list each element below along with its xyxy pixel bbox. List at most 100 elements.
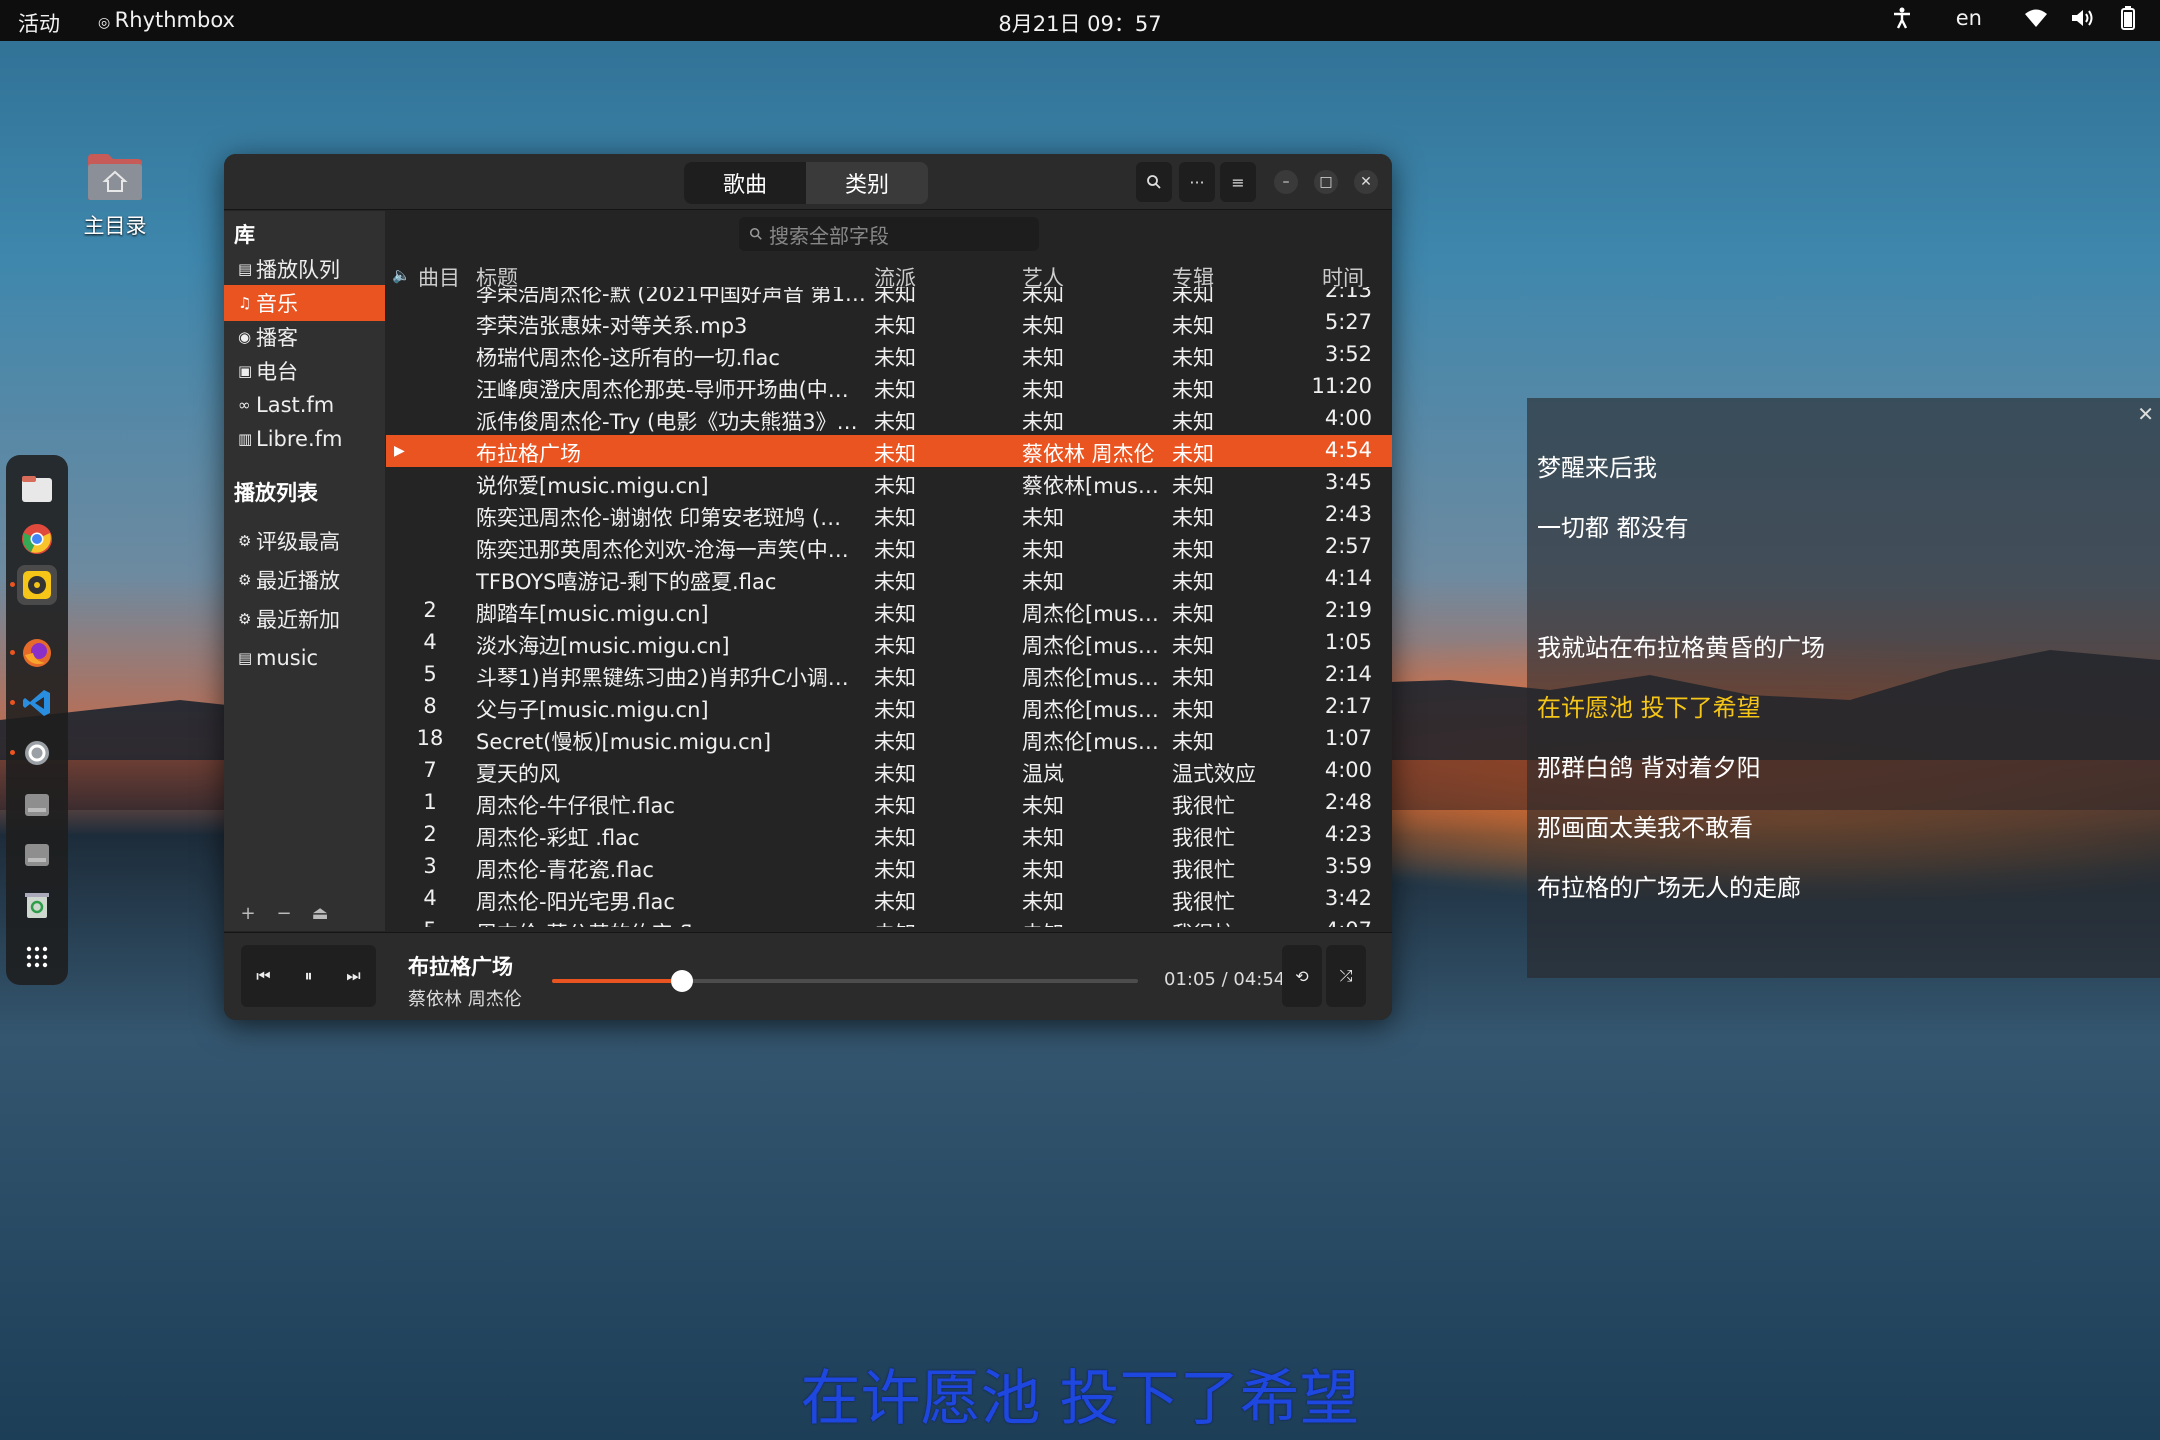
table-row[interactable]: 2 周杰伦-彩虹 .flac 未知 未知 我很忙 4:23 [386,819,1392,851]
minimize-button[interactable]: – [1274,170,1298,194]
table-row[interactable]: 3 周杰伦-青花瓷.flac 未知 未知 我很忙 3:59 [386,851,1392,883]
table-row[interactable]: 2 脚踏车[music.migu.cn] 未知 周杰伦[mus… 未知 2:19 [386,595,1392,627]
cell-artist: 未知 [1022,346,1064,370]
cell-artist: 周杰伦[mus… [1022,634,1159,658]
cell-album: 未知 [1172,410,1214,434]
cell-title: 李荣浩张惠妹-对等关系.mp3 [476,314,748,338]
now-playing-icon: ▶ [394,443,405,459]
wifi-icon[interactable] [2024,6,2048,30]
table-row[interactable]: 陈奕迅周杰伦-谢谢侬 印第安老斑鸠 (… 未知 未知 未知 2:43 [386,499,1392,531]
sidebar-item-1[interactable]: ♫ 音乐 [224,285,385,321]
battery-icon[interactable] [2116,6,2140,30]
drive-icon-1[interactable] [17,785,57,825]
playlist-item-1[interactable]: ⚙ 最近播放 [224,562,385,598]
cell-genre: 未知 [874,410,916,434]
table-row[interactable]: TFBOYS嘻游记-剩下的盛夏.flac 未知 未知 未知 4:14 [386,563,1392,595]
pause-icon: ⏸ [304,966,313,985]
menu-button[interactable]: ≡ [1220,162,1256,202]
tab-categories[interactable]: 类别 [806,162,928,204]
table-row[interactable]: 18 Secret(慢板)[music.migu.cn] 未知 周杰伦[mus… 未知 1… [386,723,1392,755]
lyrics-close-icon[interactable]: ✕ [2137,402,2154,426]
app-grid-icon[interactable] [17,937,57,977]
accessibility-icon[interactable] [1890,6,1914,30]
sidebar-item-3[interactable]: ▣ 电台 [224,353,385,389]
seek-slider[interactable] [552,970,1138,992]
table-row[interactable]: 李荣浩张惠妹-对等关系.mp3 未知 未知 未知 5:27 [386,307,1392,339]
table-row[interactable]: 陈奕迅那英周杰伦刘欢-沧海一声笑(中… 未知 未知 未知 2:57 [386,531,1392,563]
cell-artist: 未知 [1022,506,1064,530]
sidebar-item-label: 播放队列 [256,258,340,282]
playlist-item-0[interactable]: ⚙ 评级最高 [224,523,385,559]
seek-knob[interactable] [670,970,693,992]
table-row[interactable]: 杨瑞代周杰伦-这所有的一切.flac 未知 未知 未知 3:52 [386,339,1392,371]
table-row[interactable]: 汪峰庾澄庆周杰伦那英-导师开场曲(中… 未知 未知 未知 11:20 [386,371,1392,403]
maximize-button[interactable]: □ [1314,170,1338,194]
files-icon[interactable] [17,469,57,509]
previous-icon: ⏮ [256,966,271,985]
table-row[interactable]: ▶ 布拉格广场 未知 蔡依林 周杰伦 未知 4:54 [386,435,1392,467]
keyboard-layout[interactable]: en [1956,6,1982,30]
eject-button[interactable]: ⏏ [306,901,334,925]
volume-icon[interactable] [2070,6,2094,30]
sidebar-item-2[interactable]: ◉ 播客 [224,319,385,355]
music-note-icon: ♫ [238,294,252,312]
more-button[interactable]: ··· [1179,162,1215,202]
desktop-home-folder[interactable]: 主目录 [70,150,160,240]
speaker-column-icon: 🔈 [392,266,411,284]
cell-artist: 蔡依林 周杰伦 [1022,442,1155,466]
cell-time: 2:43 [1324,502,1372,526]
cell-title: 周杰伦-牛仔很忙.flac [476,794,675,818]
table-row[interactable]: 李荣浩周杰伦-默 (2021中国好声音 第1… 未知 未知 未知 2:13 [386,287,1392,307]
chrome-icon[interactable] [17,519,57,559]
shuffle-icon: ⤮ [1339,966,1353,985]
table-row[interactable]: 说你爱[music.migu.cn] 未知 蔡依林[mus… 未知 3:45 [386,467,1392,499]
table-row[interactable]: 4 周杰伦-阳光宅男.flac 未知 未知 我很忙 3:42 [386,883,1392,915]
close-button[interactable]: ✕ [1354,170,1378,194]
table-row[interactable]: 派伟俊周杰伦-Try (电影《功夫熊猫3》… 未知 未知 未知 4:00 [386,403,1392,435]
previous-button[interactable]: ⏮ [241,945,286,1007]
repeat-toggle[interactable]: ⟲ [1282,945,1322,1007]
lyric-line: 那群白鸽 背对着夕阳 [1537,754,1761,782]
cell-time: 2:14 [1324,662,1372,686]
playlist-item-3[interactable]: ▤ music [224,640,385,676]
search-field[interactable]: 搜索全部字段 [739,217,1039,251]
table-row[interactable]: 5 周杰伦-蒲公英的约定.fl… 未知 未知 我很忙4:07 [386,915,1392,927]
cell-time: 4:14 [1324,566,1372,590]
remove-playlist-button[interactable]: − [270,901,298,925]
vscode-icon[interactable] [17,683,57,723]
playlist-item-label: 评级最高 [256,530,340,554]
clock[interactable]: 8月21日 09：57 [998,8,1161,38]
sidebar-item-0[interactable]: ▤ 播放队列 [224,251,385,287]
playlist-item-2[interactable]: ⚙ 最近新加 [224,601,385,637]
cell-album: 未知 [1172,634,1214,658]
next-button[interactable]: ⏭ [331,945,376,1007]
table-row[interactable]: 8 父与子[music.migu.cn] 未知 周杰伦[mus… 未知 2:17 [386,691,1392,723]
cell-artist: 未知 [1022,287,1064,306]
playlists-header: 播放列表 [234,481,318,505]
pause-button[interactable]: ⏸ [286,945,331,1007]
cell-album: 我很忙 [1172,918,1272,927]
table-row[interactable]: 7 夏天的风 未知 温岚 温式效应 4:00 [386,755,1392,787]
cell-time: 5:27 [1324,310,1372,334]
add-playlist-button[interactable]: + [234,901,262,925]
settings-icon[interactable] [17,733,57,773]
cell-no: 8 [423,694,437,718]
cell-album: 我很忙 [1172,858,1235,882]
drive-icon-2[interactable] [17,835,57,875]
cell-album: 未知 [1172,698,1214,722]
rhythmbox-icon[interactable] [17,565,57,605]
firefox-icon[interactable] [17,633,57,673]
table-row[interactable]: 4 淡水海边[music.migu.cn] 未知 周杰伦[mus… 未知 1:05 [386,627,1392,659]
search-button[interactable] [1136,162,1172,202]
tab-songs[interactable]: 歌曲 [684,162,806,204]
table-row[interactable]: 1 周杰伦-牛仔很忙.flac 未知 未知 我很忙 2:48 [386,787,1392,819]
sidebar-item-4[interactable]: ∞ Last.fm [224,387,385,423]
maximize-icon: □ [1319,174,1333,190]
shuffle-toggle[interactable]: ⤮ [1326,945,1366,1007]
cell-no: 3 [423,854,437,878]
sidebar-item-5[interactable]: ▥ Libre.fm [224,421,385,457]
cell-album: 未知 [1172,287,1214,306]
table-row[interactable]: 5 斗琴1)肖邦黑键练习曲2)肖邦升C小调… 未知 周杰伦[mus… 未知 2:14 [386,659,1392,691]
trash-icon[interactable] [17,885,57,925]
hamburger-icon: ≡ [1231,172,1245,192]
